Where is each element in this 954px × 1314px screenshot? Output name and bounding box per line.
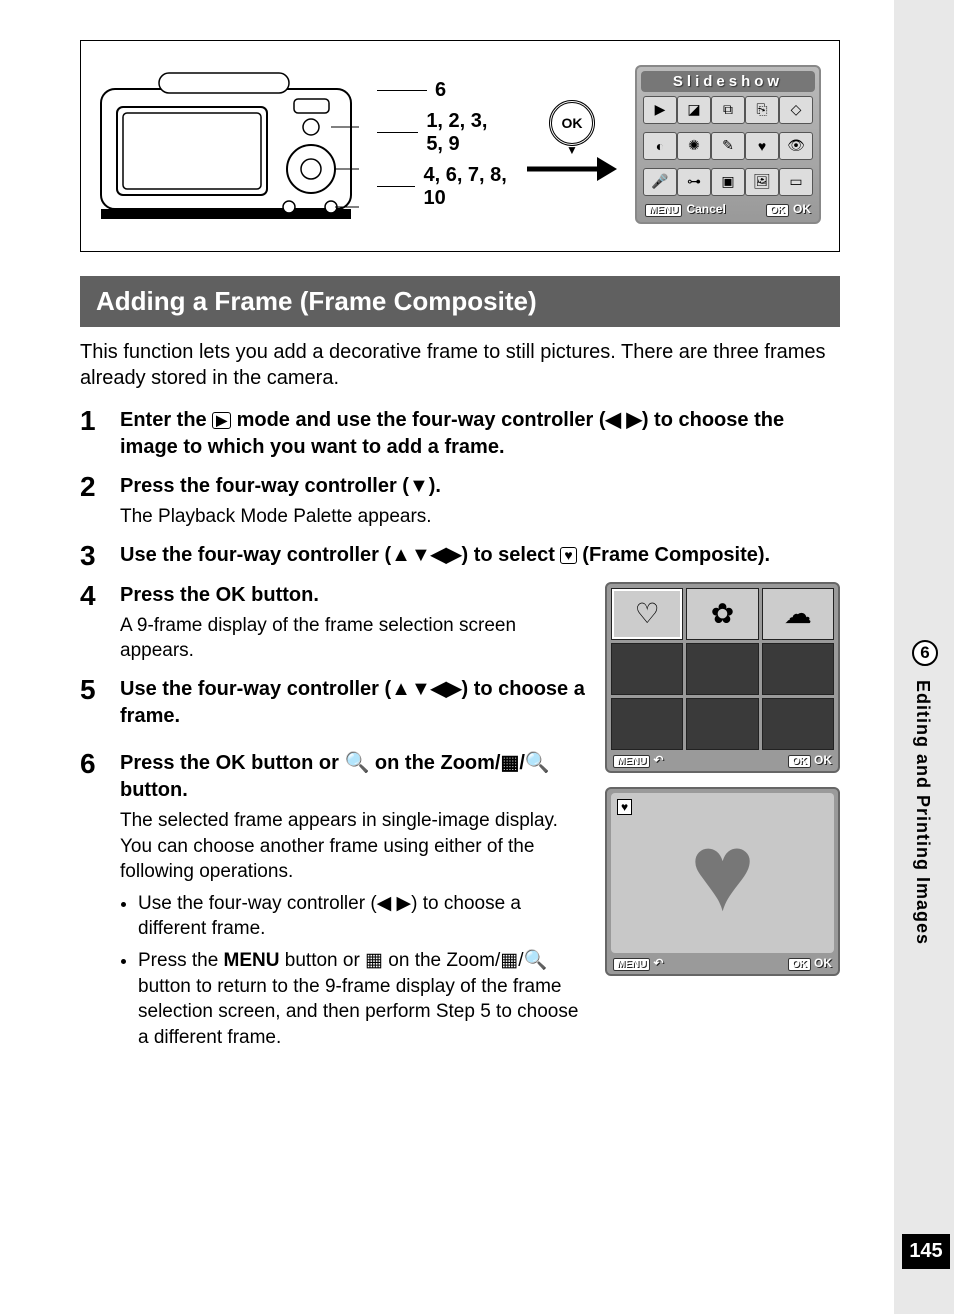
callout-1: 6 — [435, 79, 446, 102]
step-number: 3 — [80, 542, 120, 570]
page-content: 6 1, 2, 3, 5, 9 4, 6, 7, 8, 10 OK Slides… — [0, 0, 880, 1057]
step-title: Press the OK button. — [120, 582, 591, 609]
palette-copy-icon: ⎘ — [745, 96, 779, 124]
palette-play-icon: ▶ — [643, 96, 677, 124]
palette-startup-icon: 🖼 — [745, 168, 779, 196]
playback-mode-icon: ▶ — [212, 412, 231, 429]
step-1: 1 Enter the ▶ mode and use the four-way … — [80, 407, 840, 461]
palette-resize-icon: ◪ — [677, 96, 711, 124]
frame-thumb-empty — [686, 643, 758, 695]
lcd-title: Slideshow — [641, 71, 815, 92]
frame-thumb-empty — [762, 698, 834, 750]
palette-filter-icon: ◐ — [643, 132, 677, 160]
callout-labels: 6 1, 2, 3, 5, 9 4, 6, 7, 8, 10 — [377, 71, 509, 218]
frame-single-preview: ♥ ♥ MENU↶ OKOK — [605, 787, 840, 976]
section-heading: Adding a Frame (Frame Composite) — [80, 276, 840, 327]
step-desc: A 9-frame display of the frame selection… — [120, 613, 591, 664]
mini-menu-hint: MENU↶ — [613, 956, 664, 970]
ok-arrow-group: OK — [527, 100, 617, 189]
step-title: Press the four-way controller (▼). — [120, 473, 840, 500]
step-title: Use the four-way controller (▲▼◀▶) to se… — [120, 542, 840, 569]
step-title: Enter the ▶ mode and use the four-way co… — [120, 407, 840, 461]
mini-ok-hint: OKOK — [788, 956, 832, 970]
step-desc: The selected frame appears in single-ima… — [120, 808, 591, 1051]
step-number: 5 — [80, 676, 120, 730]
ok-button-icon: OK — [549, 100, 595, 146]
heart-badge-icon: ♥ — [617, 799, 632, 815]
step-6: 6 Press the OK button or 🔍 on the Zoom/▦… — [80, 750, 591, 1057]
step-title: Press the OK button or 🔍 on the Zoom/▦/🔍… — [120, 750, 591, 804]
chapter-number-badge: 6 — [912, 640, 938, 666]
ok-glyph: OK — [216, 584, 246, 606]
mini-menu-hint: MENU↶ — [613, 753, 664, 767]
step-desc: The Playback Mode Palette appears. — [120, 504, 840, 530]
heart-frame-shape: ♥ — [690, 818, 755, 928]
palette-bright-icon: ✺ — [677, 132, 711, 160]
step-number: 2 — [80, 473, 120, 530]
lcd-ok-hint: OKOK — [766, 202, 811, 216]
step6-bullet-2: Press the MENU button or ▦ on the Zoom/▦… — [138, 948, 591, 1051]
intro-text: This function lets you add a decorative … — [80, 339, 840, 391]
step-3: 3 Use the four-way controller (▲▼◀▶) to … — [80, 542, 840, 570]
callout-3: 4, 6, 7, 8, 10 — [423, 164, 509, 210]
palette-redeye-icon: 👁 — [779, 132, 813, 160]
frame-thumb-3: ☁ — [762, 588, 834, 640]
menu-glyph: MENU — [224, 950, 280, 971]
palette-dpof-icon: ▣ — [711, 168, 745, 196]
lcd-menu-hint: MENUCancel — [645, 202, 726, 216]
palette-protect-icon: ⊶ — [677, 168, 711, 196]
frame-composite-icon: ♥ — [560, 547, 576, 564]
chapter-title: Editing and Printing Images — [912, 680, 933, 945]
arrow-icon — [527, 154, 617, 189]
frame-thumb-empty — [686, 698, 758, 750]
palette-extra-icon: ▭ — [779, 168, 813, 196]
palette-crop-icon: ⧉ — [711, 96, 745, 124]
page-number: 145 — [902, 1234, 950, 1269]
palette-frame-icon: ♥ — [745, 132, 779, 160]
step-title: Use the four-way controller (▲▼◀▶) to ch… — [120, 676, 591, 730]
camera-illustration — [99, 59, 359, 229]
side-figures: ♡ ✿ ☁ MENU↶ OKOK ♥ ♥ — [605, 582, 840, 990]
top-figure: 6 1, 2, 3, 5, 9 4, 6, 7, 8, 10 OK Slides… — [80, 40, 840, 252]
right-sidebar: 6 Editing and Printing Images 145 — [894, 0, 954, 1314]
step-number: 4 — [80, 582, 120, 664]
step-4: 4 Press the OK button. A 9-frame display… — [80, 582, 591, 664]
palette-rotate-icon: ◇ — [779, 96, 813, 124]
palette-movie-icon: ✎ — [711, 132, 745, 160]
frame-thumb-2: ✿ — [686, 588, 758, 640]
frame-thumb-empty — [762, 643, 834, 695]
frame-thumb-empty — [611, 643, 683, 695]
frame-thumb-1: ♡ — [611, 588, 683, 640]
frame-grid-preview: ♡ ✿ ☁ MENU↶ OKOK — [605, 582, 840, 773]
ok-glyph: OK — [216, 752, 246, 774]
step-5: 5 Use the four-way controller (▲▼◀▶) to … — [80, 676, 591, 730]
steps-list: 1 Enter the ▶ mode and use the four-way … — [80, 407, 840, 1057]
step6-bullet-1: Use the four-way controller (◀ ▶) to cho… — [138, 891, 591, 942]
step-2: 2 Press the four-way controller (▼). The… — [80, 473, 840, 530]
frame-thumb-empty — [611, 698, 683, 750]
lcd-palette-preview: Slideshow ▶ ◪ ⧉ ⎘ ◇ ◐ ✺ ✎ ♥ 👁 🎤 ⊶ ▣ 🖼 ▭ — [635, 65, 821, 224]
step-number: 1 — [80, 407, 120, 461]
mini-ok-hint: OKOK — [788, 753, 832, 767]
callout-2: 1, 2, 3, 5, 9 — [426, 110, 509, 156]
palette-voice-icon: 🎤 — [643, 168, 677, 196]
step-number: 6 — [80, 750, 120, 1057]
